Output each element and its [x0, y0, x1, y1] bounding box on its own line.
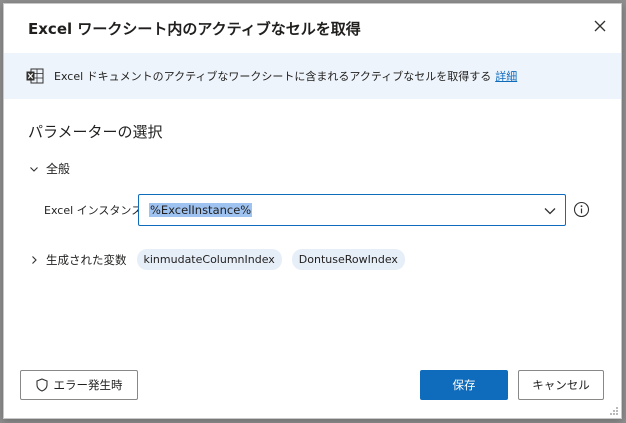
chevron-down-icon	[544, 208, 556, 215]
info-description: Excel ドキュメントのアクティブなワークシートに含まれるアクティブなセルを取…	[54, 68, 517, 84]
excel-instance-value: %ExcelInstance%	[149, 203, 253, 217]
shield-icon	[35, 378, 48, 392]
variable-chip[interactable]: DontuseRowIndex	[291, 249, 405, 270]
dialog-title: Excel ワークシート内のアクティブなセルを取得	[28, 20, 361, 38]
on-error-button[interactable]: エラー発生時	[20, 370, 138, 400]
info-bar: Excel ドキュメントのアクティブなワークシートに含まれるアクティブなセルを取…	[4, 53, 621, 99]
info-icon[interactable]	[573, 201, 590, 218]
section-title: パラメーターの選択	[28, 123, 163, 141]
resize-grip-icon[interactable]	[609, 406, 619, 416]
excel-instance-label: Excel インスタンス:	[44, 204, 146, 217]
chevron-down-icon	[30, 166, 38, 172]
general-group-label: 全般	[46, 162, 71, 176]
close-icon	[594, 20, 606, 32]
chevron-right-icon	[32, 255, 37, 264]
save-button[interactable]: 保存	[420, 370, 508, 400]
excel-instance-select[interactable]: %ExcelInstance%	[138, 194, 566, 226]
excel-icon	[26, 68, 44, 84]
details-link[interactable]: 詳細	[495, 70, 517, 83]
generated-variables-label: 生成された変数	[46, 252, 127, 267]
on-error-label: エラー発生時	[53, 378, 123, 392]
variable-chip[interactable]: kinmudateColumnIndex	[136, 249, 282, 270]
generated-variables-toggle[interactable]: 生成された変数	[28, 252, 127, 268]
generated-variables-row: 生成された変数 kinmudateColumnIndex DontuseRowI…	[28, 249, 415, 270]
general-group-toggle[interactable]: 全般	[28, 160, 70, 177]
close-button[interactable]	[590, 16, 610, 36]
info-text: Excel ドキュメントのアクティブなワークシートに含まれるアクティブなセルを取…	[54, 70, 492, 83]
cancel-button[interactable]: キャンセル	[518, 370, 604, 400]
get-active-cell-dialog: Excel ワークシート内のアクティブなセルを取得 Excel ドキュメントのア…	[3, 3, 622, 419]
